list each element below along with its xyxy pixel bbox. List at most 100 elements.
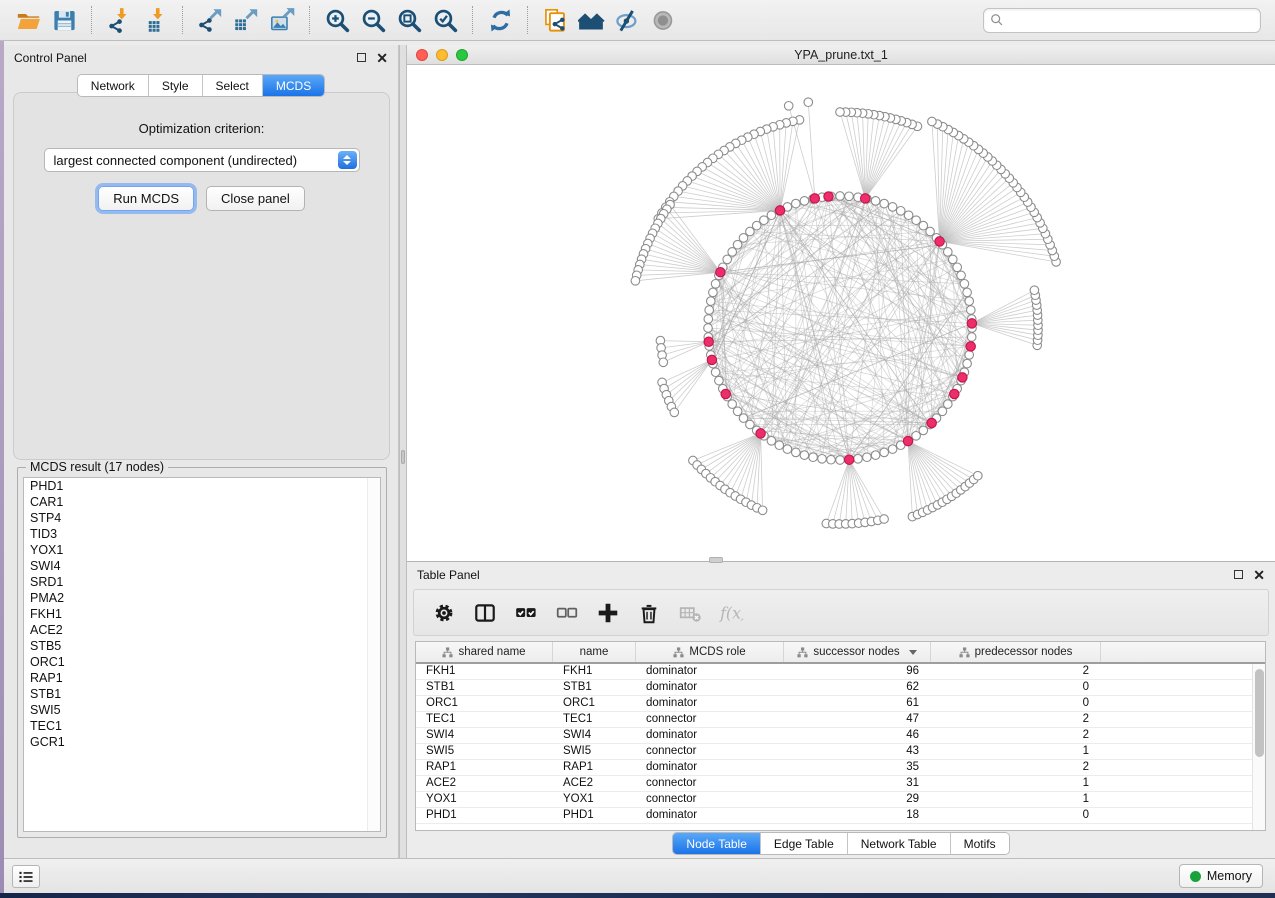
splitter-handle[interactable] (401, 450, 405, 464)
refresh-layout-button[interactable] (482, 3, 518, 37)
network-from-file-button[interactable] (537, 3, 573, 37)
table-scrollbar-thumb[interactable] (1255, 669, 1264, 757)
memory-button[interactable]: Memory (1179, 864, 1263, 888)
table-row[interactable]: TEC1TEC1connector472 (416, 712, 1252, 728)
table-float-icon[interactable] (1234, 570, 1243, 579)
graph-leaf-node[interactable] (670, 408, 679, 417)
graph-hub-node[interactable] (903, 436, 912, 445)
mcds-result-item[interactable]: STB1 (24, 686, 380, 702)
graph-node[interactable] (705, 306, 714, 315)
task-history-button[interactable] (12, 865, 40, 888)
mcds-result-item[interactable]: STB5 (24, 638, 380, 654)
zoom-out-button[interactable] (355, 3, 391, 37)
run-mcds-button[interactable]: Run MCDS (98, 186, 194, 211)
graph-node[interactable] (767, 211, 776, 220)
graph-node[interactable] (953, 263, 962, 272)
export-image-button[interactable] (264, 3, 300, 37)
import-network-button[interactable] (101, 3, 137, 37)
graph-leaf-node[interactable] (631, 277, 640, 286)
graph-hub-node[interactable] (966, 342, 975, 351)
graph-node[interactable] (800, 451, 809, 460)
graph-leaf-node[interactable] (659, 358, 668, 367)
table-tab-motifs[interactable]: Motifs (951, 833, 1009, 854)
graph-hub-node[interactable] (824, 192, 833, 201)
graph-hub-node[interactable] (810, 194, 819, 203)
graph-node[interactable] (827, 455, 836, 464)
close-panel-icon[interactable]: ✕ (376, 51, 388, 65)
table-row[interactable]: YOX1YOX1connector291 (416, 792, 1252, 808)
column-header-predecessor-nodes[interactable]: predecessor nodes (931, 642, 1101, 662)
column-header-name[interactable]: name (553, 642, 636, 662)
graph-node[interactable] (836, 456, 845, 465)
zoom-selected-button[interactable] (427, 3, 463, 37)
table-row[interactable]: ORC1ORC1dominator610 (416, 696, 1252, 712)
graph-node[interactable] (904, 211, 913, 220)
add-column-button[interactable] (592, 597, 624, 629)
settings-button[interactable] (428, 597, 460, 629)
zoom-fit-button[interactable] (391, 3, 427, 37)
graph-leaf-node[interactable] (804, 98, 813, 107)
graph-hub-node[interactable] (927, 418, 936, 427)
horizontal-splitter-handle[interactable] (709, 557, 723, 563)
column-header-shared-name[interactable]: shared name (416, 642, 553, 662)
export-network-button[interactable] (192, 3, 228, 37)
graph-leaf-node[interactable] (1030, 286, 1039, 295)
import-table-button[interactable] (137, 3, 173, 37)
mcds-result-list[interactable]: PHD1CAR1STP4TID3YOX1SWI4SRD1PMA2FKH1ACE2… (23, 477, 381, 832)
graph-node[interactable] (767, 437, 776, 446)
graph-leaf-node[interactable] (784, 102, 793, 111)
graph-node[interactable] (854, 455, 863, 464)
select-all-button[interactable] (510, 597, 542, 629)
graph-hub-node[interactable] (721, 389, 730, 398)
table-row[interactable]: ACE2ACE2connector311 (416, 776, 1252, 792)
graph-leaf-node[interactable] (928, 117, 937, 126)
network-canvas[interactable] (407, 65, 1275, 561)
split-panel-button[interactable] (469, 597, 501, 629)
mcds-result-item[interactable]: SWI5 (24, 702, 380, 718)
graph-node[interactable] (783, 445, 792, 454)
graph-node[interactable] (965, 351, 974, 360)
graph-node[interactable] (792, 199, 801, 208)
graph-node[interactable] (728, 248, 737, 257)
hide-selected-button[interactable] (609, 3, 645, 37)
table-tab-node-table[interactable]: Node Table (673, 833, 761, 854)
save-button[interactable] (46, 3, 82, 37)
table-tab-edge-table[interactable]: Edge Table (761, 833, 848, 854)
mcds-result-item[interactable]: SWI4 (24, 558, 380, 574)
graph-leaf-node[interactable] (974, 471, 983, 480)
mcds-result-item[interactable]: PMA2 (24, 590, 380, 606)
tab-style[interactable]: Style (149, 75, 203, 96)
graph-node[interactable] (880, 448, 889, 457)
column-header-successor-nodes[interactable]: successor nodes (784, 642, 931, 662)
table-scrollbar[interactable] (1252, 664, 1265, 830)
table-tab-network-table[interactable]: Network Table (848, 833, 951, 854)
table-row[interactable]: PHD1PHD1dominator180 (416, 808, 1252, 824)
table-row[interactable]: RAP1RAP1dominator352 (416, 760, 1252, 776)
graph-node[interactable] (715, 376, 724, 385)
first-neighbors-button[interactable] (573, 3, 609, 37)
graph-node[interactable] (967, 306, 976, 315)
graph-node[interactable] (963, 359, 972, 368)
graph-node[interactable] (704, 315, 713, 324)
graph-hub-node[interactable] (950, 389, 959, 398)
mcds-result-item[interactable]: ORC1 (24, 654, 380, 670)
graph-node[interactable] (949, 255, 958, 264)
table-close-icon[interactable]: ✕ (1253, 568, 1265, 582)
delete-column-button[interactable] (633, 597, 665, 629)
graph-node[interactable] (709, 288, 718, 297)
graph-node[interactable] (863, 453, 872, 462)
graph-node[interactable] (944, 400, 953, 409)
zoom-in-button[interactable] (319, 3, 355, 37)
table-row[interactable]: STB1STB1dominator620 (416, 680, 1252, 696)
graph-node[interactable] (818, 455, 827, 464)
graph-node[interactable] (912, 216, 921, 225)
show-all-button[interactable] (645, 3, 681, 37)
graph-node[interactable] (888, 445, 897, 454)
float-panel-icon[interactable] (357, 53, 366, 62)
graph-node[interactable] (888, 203, 897, 212)
graph-hub-node[interactable] (704, 337, 713, 346)
mcds-result-item[interactable]: STP4 (24, 510, 380, 526)
graph-node[interactable] (704, 324, 713, 333)
graph-node[interactable] (711, 280, 720, 289)
tab-select[interactable]: Select (203, 75, 263, 96)
